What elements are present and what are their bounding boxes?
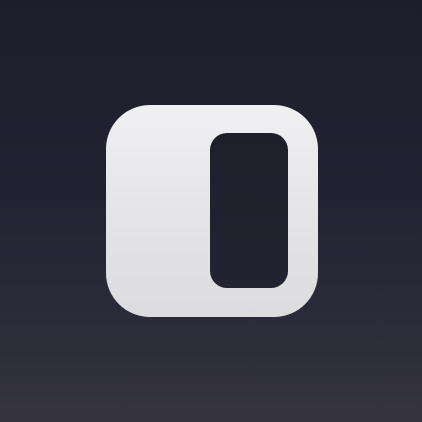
panel-split-icon[interactable] <box>106 105 318 317</box>
icon-canvas <box>0 0 422 422</box>
panel-slot <box>210 133 288 288</box>
